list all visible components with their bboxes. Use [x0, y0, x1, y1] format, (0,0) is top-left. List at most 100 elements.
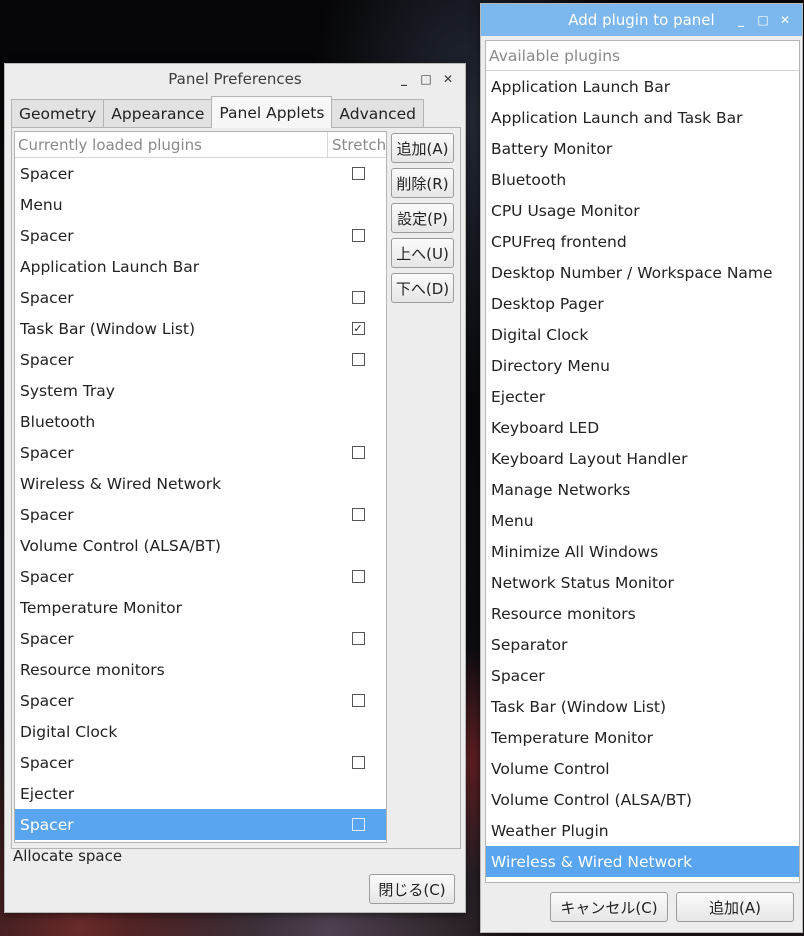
close-icon[interactable]: ✕	[774, 9, 796, 31]
loaded-plugin-row[interactable]: System Tray	[15, 375, 386, 406]
available-plugin-row[interactable]: Volume Control (ALSA/BT)	[486, 784, 799, 815]
loaded-plugin-row[interactable]: Spacer	[15, 282, 386, 313]
plugin-action-buttons: 追加(A) 削除(R) 設定(P) 上へ(U) 下へ(D)	[391, 133, 454, 303]
move-down-button[interactable]: 下へ(D)	[391, 273, 454, 303]
stretch-cell	[328, 229, 386, 242]
add-plugin-titlebar[interactable]: Add plugin to panel _ □ ✕	[481, 4, 802, 36]
tab-advanced[interactable]: Advanced	[331, 99, 424, 127]
available-plugin-row[interactable]: Separator	[486, 629, 799, 660]
available-plugin-row[interactable]: Weather Plugin	[486, 815, 799, 846]
stretch-cell: ✓	[328, 322, 386, 335]
add-plugin-button[interactable]: 追加(A)	[391, 133, 454, 163]
available-plugin-row[interactable]: Minimize All Windows	[486, 536, 799, 567]
available-plugin-row[interactable]: Network Status Monitor	[486, 567, 799, 598]
loaded-plugin-row[interactable]: Menu	[15, 189, 386, 220]
cancel-button[interactable]: キャンセル(C)	[550, 892, 668, 922]
loaded-plugin-row[interactable]: Spacer	[15, 220, 386, 251]
available-plugin-row[interactable]: Desktop Pager	[486, 288, 799, 319]
stretch-checkbox[interactable]	[351, 446, 365, 459]
loaded-plugin-name: Spacer	[20, 226, 74, 245]
available-plugin-row[interactable]: Spacer	[486, 660, 799, 691]
loaded-plugin-name: Application Launch Bar	[20, 257, 200, 276]
available-plugin-row[interactable]: Temperature Monitor	[486, 722, 799, 753]
loaded-plugin-row[interactable]: Resource monitors	[15, 654, 386, 685]
available-plugin-row[interactable]: Wireless & Wired Network	[486, 846, 799, 877]
stretch-checkbox[interactable]	[351, 508, 365, 521]
loaded-plugin-row[interactable]: Digital Clock	[15, 716, 386, 747]
loaded-plugin-row[interactable]: Bluetooth	[15, 406, 386, 437]
loaded-plugin-row[interactable]: Ejecter	[15, 778, 386, 809]
available-plugin-row[interactable]: Keyboard LED	[486, 412, 799, 443]
loaded-plugin-row[interactable]: Application Launch Bar	[15, 251, 386, 282]
loaded-plugin-row[interactable]: Temperature Monitor	[15, 592, 386, 623]
minimize-icon[interactable]: _	[730, 9, 752, 31]
available-plugin-row[interactable]: CPUFreq frontend	[486, 226, 799, 257]
available-plugin-row[interactable]: Application Launch Bar	[486, 71, 799, 102]
minimize-icon[interactable]: _	[393, 68, 415, 90]
available-plugin-row[interactable]: Resource monitors	[486, 598, 799, 629]
stretch-checkbox[interactable]	[351, 291, 365, 304]
plugin-description: Allocate space	[13, 847, 123, 865]
available-plugin-row[interactable]: Digital Clock	[486, 319, 799, 350]
available-plugin-row[interactable]: Task Bar (Window List)	[486, 691, 799, 722]
plugin-settings-button[interactable]: 設定(P)	[391, 203, 454, 233]
stretch-checkbox[interactable]: ✓	[351, 322, 365, 335]
loaded-plugin-name: Spacer	[20, 288, 74, 307]
confirm-add-button[interactable]: 追加(A)	[676, 892, 794, 922]
prefs-titlebar[interactable]: Panel Preferences _ □ ✕	[5, 64, 465, 94]
available-plugin-row[interactable]: Volume Control	[486, 753, 799, 784]
available-plugin-row[interactable]: Keyboard Layout Handler	[486, 443, 799, 474]
remove-plugin-button[interactable]: 削除(R)	[391, 168, 454, 198]
available-plugin-row[interactable]: Menu	[486, 505, 799, 536]
available-plugin-row[interactable]: Manage Networks	[486, 474, 799, 505]
loaded-plugin-name: System Tray	[20, 381, 115, 400]
loaded-plugin-name: Temperature Monitor	[20, 598, 183, 617]
loaded-plugins-list[interactable]: Currently loaded plugins Stretch Spacer M…	[14, 131, 387, 843]
column-header-available-plugins[interactable]: Available plugins	[486, 41, 799, 71]
stretch-checkbox[interactable]	[351, 694, 365, 707]
loaded-plugin-row[interactable]: Spacer	[15, 809, 386, 840]
stretch-checkbox[interactable]	[351, 167, 365, 180]
loaded-plugin-row[interactable]: Spacer	[15, 344, 386, 375]
loaded-plugin-row[interactable]: Spacer	[15, 685, 386, 716]
prefs-title: Panel Preferences	[168, 70, 302, 88]
loaded-plugin-row[interactable]: Spacer	[15, 561, 386, 592]
tab-panel-applets[interactable]: Panel Applets	[211, 96, 333, 128]
available-plugin-row[interactable]: Directory Menu	[486, 350, 799, 381]
available-plugins-rows: Application Launch Bar Application Launch…	[486, 71, 799, 877]
available-plugin-row[interactable]: Battery Monitor	[486, 133, 799, 164]
available-plugin-row[interactable]: Ejecter	[486, 381, 799, 412]
column-header-plugins[interactable]: Currently loaded plugins	[15, 132, 328, 157]
stretch-checkbox[interactable]	[351, 570, 365, 583]
stretch-checkbox[interactable]	[351, 818, 365, 831]
maximize-icon[interactable]: □	[415, 68, 437, 90]
loaded-plugin-row[interactable]: Wireless & Wired Network	[15, 468, 386, 499]
loaded-plugin-row[interactable]: Spacer	[15, 747, 386, 778]
stretch-checkbox[interactable]	[351, 632, 365, 645]
available-plugins-list[interactable]: Available plugins Application Launch Bar…	[485, 40, 800, 883]
loaded-plugin-row[interactable]: Task Bar (Window List) ✓	[15, 313, 386, 344]
stretch-checkbox[interactable]	[351, 756, 365, 769]
loaded-plugin-row[interactable]: Spacer	[15, 158, 386, 189]
add-plugin-window-controls: _ □ ✕	[730, 4, 796, 36]
stretch-checkbox[interactable]	[351, 229, 365, 242]
tab-geometry[interactable]: Geometry	[11, 99, 105, 127]
close-button[interactable]: 閉じる(C)	[369, 874, 455, 904]
maximize-icon[interactable]: □	[752, 9, 774, 31]
tab-appearance[interactable]: Appearance	[103, 99, 213, 127]
loaded-plugin-row[interactable]: Spacer	[15, 499, 386, 530]
available-plugin-row[interactable]: Application Launch and Task Bar	[486, 102, 799, 133]
loaded-plugin-row[interactable]: Volume Control (ALSA/BT)	[15, 530, 386, 561]
column-header-stretch[interactable]: Stretch	[328, 136, 386, 154]
move-up-button[interactable]: 上へ(U)	[391, 238, 454, 268]
loaded-plugin-row[interactable]: Spacer	[15, 623, 386, 654]
close-icon[interactable]: ✕	[437, 68, 459, 90]
available-plugin-row[interactable]: Desktop Number / Workspace Name	[486, 257, 799, 288]
available-plugin-row[interactable]: Bluetooth	[486, 164, 799, 195]
stretch-cell	[328, 353, 386, 366]
stretch-cell	[328, 756, 386, 769]
loaded-plugin-name: Spacer	[20, 350, 74, 369]
available-plugin-row[interactable]: CPU Usage Monitor	[486, 195, 799, 226]
loaded-plugin-row[interactable]: Spacer	[15, 437, 386, 468]
stretch-checkbox[interactable]	[351, 353, 365, 366]
